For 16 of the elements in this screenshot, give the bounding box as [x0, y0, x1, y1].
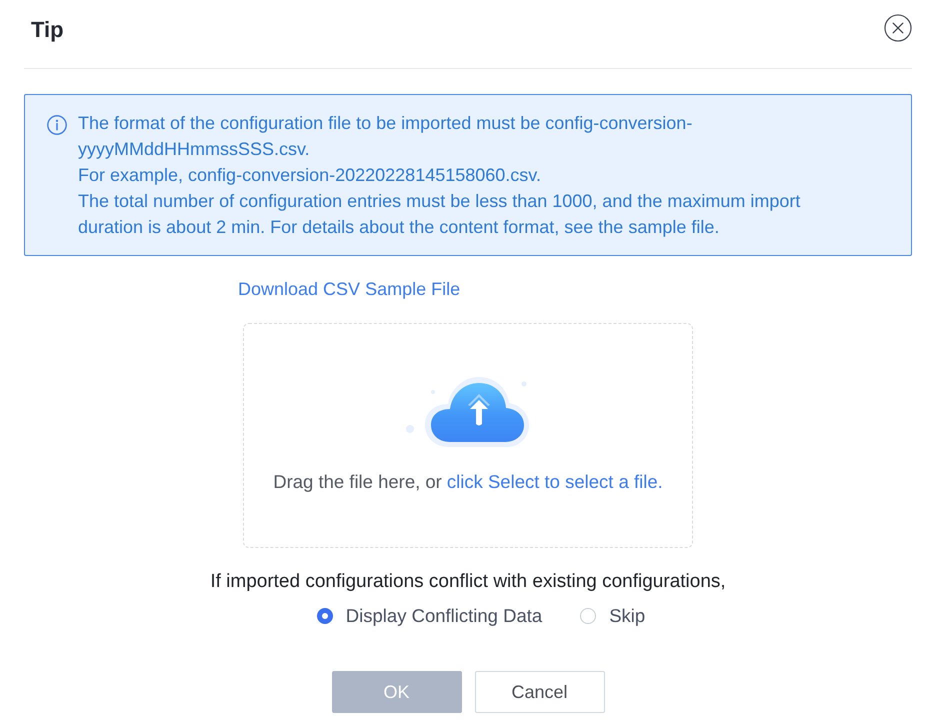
cloud-upload-icon	[404, 374, 530, 448]
select-file-link[interactable]: click Select to select a file.	[446, 471, 663, 492]
close-icon[interactable]	[884, 14, 912, 42]
download-sample-link[interactable]: Download CSV Sample File	[238, 277, 460, 301]
notice-text: The format of the configuration file to be imported must be config-conversion-yyyyMMddHHmmssSSS.csv.	[78, 112, 694, 161]
info-icon	[47, 115, 67, 135]
file-drop-zone[interactable]: Drag the file here, or click Select to select a file.	[243, 323, 693, 548]
drop-hint-text: Drag the file here, or click Select to select a file.	[273, 470, 663, 494]
cancel-button[interactable]: Cancel	[474, 671, 604, 713]
conflict-question: If imported configurations conflict with existing configurations,	[209, 570, 727, 594]
dialog-title: Tip	[31, 17, 64, 43]
notice-text: For example, config-conversion-20220228145158060.csv.	[78, 164, 542, 187]
radio-label[interactable]: Skip	[609, 604, 646, 628]
radio-button[interactable]	[316, 608, 333, 624]
notice-text: The total number of configuration entries must be less than 1000, and the maximum import duration is about 2 min. For details about the content format, see the sample file.	[78, 190, 802, 239]
radio-label[interactable]: Display Conflicting Data	[346, 604, 542, 628]
